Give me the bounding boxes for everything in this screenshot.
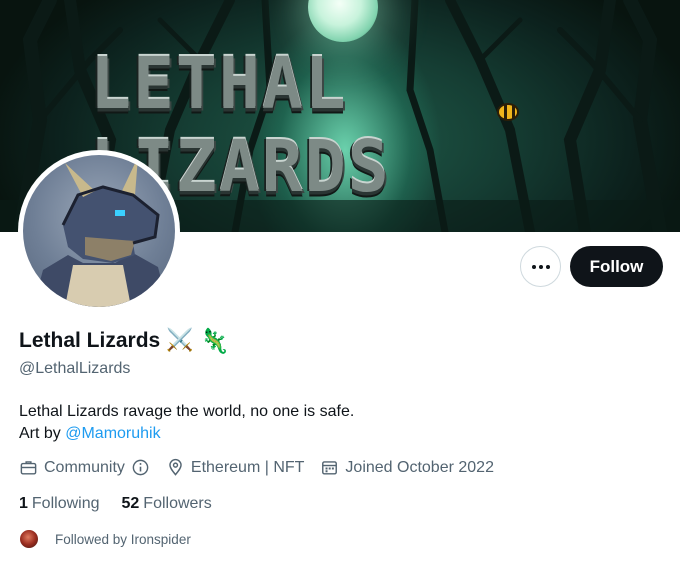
lizard-avatar-image	[23, 155, 175, 307]
banner-logo-text: LETHAL LIZARDS	[90, 43, 391, 209]
artist-mention-link[interactable]: @Mamoruhik	[65, 425, 160, 442]
follower-avatar[interactable]	[19, 529, 39, 549]
joined-item: Joined October 2022	[320, 458, 494, 477]
profile-meta-row: Community Ethereum | NFT Joined October …	[19, 458, 494, 477]
followers-link[interactable]: 52 Followers	[122, 495, 212, 513]
location-label: Ethereum | NFT	[190, 458, 305, 476]
joined-label: Joined October 2022	[345, 458, 494, 476]
briefcase-icon	[20, 461, 37, 475]
following-link[interactable]: 1 Following	[19, 495, 100, 513]
more-horizontal-icon	[531, 264, 550, 269]
calendar-icon	[322, 461, 338, 475]
following-count: 1	[19, 495, 28, 512]
bio-line-1: Lethal Lizards ravage the world, no one …	[19, 403, 355, 420]
category-label: Community	[44, 458, 125, 476]
follow-button[interactable]: Follow	[570, 246, 663, 287]
followed-by-row[interactable]: Followed by Ironspider	[19, 529, 191, 549]
bio-line-2: Art by @Mamoruhik	[19, 423, 354, 445]
crossed-swords-icon: ⚔️	[166, 328, 194, 353]
follow-stats: 1 Following 52 Followers	[19, 495, 212, 513]
followers-count: 52	[121, 495, 140, 512]
category-item: Community	[19, 458, 150, 477]
bee-icon	[497, 103, 519, 121]
lizard-icon: 🦎	[199, 327, 230, 355]
followed-by-text[interactable]: Followed by Ironspider	[55, 532, 191, 547]
followers-label: Followers	[143, 495, 212, 512]
following-label: Following	[31, 495, 100, 512]
profile-name-row: Lethal Lizards ⚔️ 🦎	[19, 329, 230, 353]
more-options-button[interactable]	[520, 246, 561, 287]
profile-avatar[interactable]	[18, 150, 180, 312]
info-circle-icon[interactable]	[131, 458, 150, 477]
display-name: Lethal Lizards	[19, 329, 161, 352]
profile-bio: Lethal Lizards ravage the world, no one …	[19, 401, 354, 445]
profile-handle: @LethalLizards	[19, 360, 131, 377]
bio-art-by-label: Art by	[19, 425, 66, 442]
location-pin-icon	[169, 458, 182, 476]
location-item: Ethereum | NFT	[166, 458, 305, 477]
